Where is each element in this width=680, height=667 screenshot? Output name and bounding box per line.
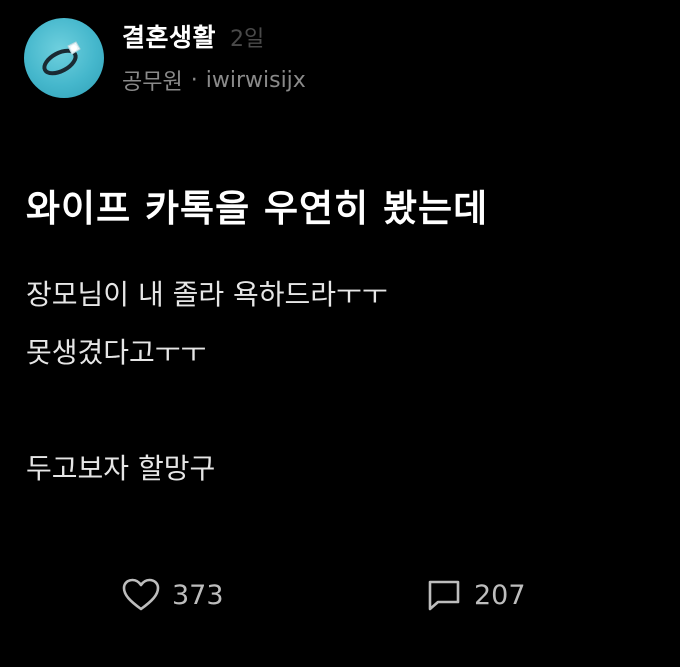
post-card: 결혼생활 2일 공무원 · iwirwisijx 와이프 카톡을 우연히 봤는데…	[0, 0, 680, 667]
comment-icon	[428, 580, 460, 611]
avatar[interactable]	[24, 18, 104, 98]
like-count: 373	[172, 579, 224, 611]
post-time: 2일	[230, 27, 265, 52]
ring-icon	[42, 41, 81, 76]
body-line: 두고보자 할망구	[26, 452, 216, 485]
comment-button[interactable]: 207	[426, 578, 526, 612]
like-button[interactable]: 373	[122, 578, 224, 612]
body-line: 장모님이 내 졸라 욕하드라ㅜㅜ	[26, 278, 388, 311]
author-id[interactable]: iwirwisijx	[206, 68, 306, 93]
post-header: 결혼생활 2일 공무원 · iwirwisijx	[122, 18, 306, 96]
author-job: 공무원	[122, 70, 183, 95]
post-body: 장모님이 내 졸라 욕하드라ㅜㅜ 못생겼다고ㅜㅜ 두고보자 할망구	[26, 266, 388, 498]
comment-count: 207	[474, 579, 526, 611]
group-name[interactable]: 결혼생활	[122, 18, 216, 54]
separator-dot: ·	[190, 67, 198, 93]
post-title: 와이프 카톡을 우연히 봤는데	[26, 187, 489, 230]
body-line: 못생겼다고ㅜㅜ	[26, 336, 207, 369]
action-bar: 373 207	[0, 578, 680, 618]
heart-icon	[122, 578, 160, 611]
